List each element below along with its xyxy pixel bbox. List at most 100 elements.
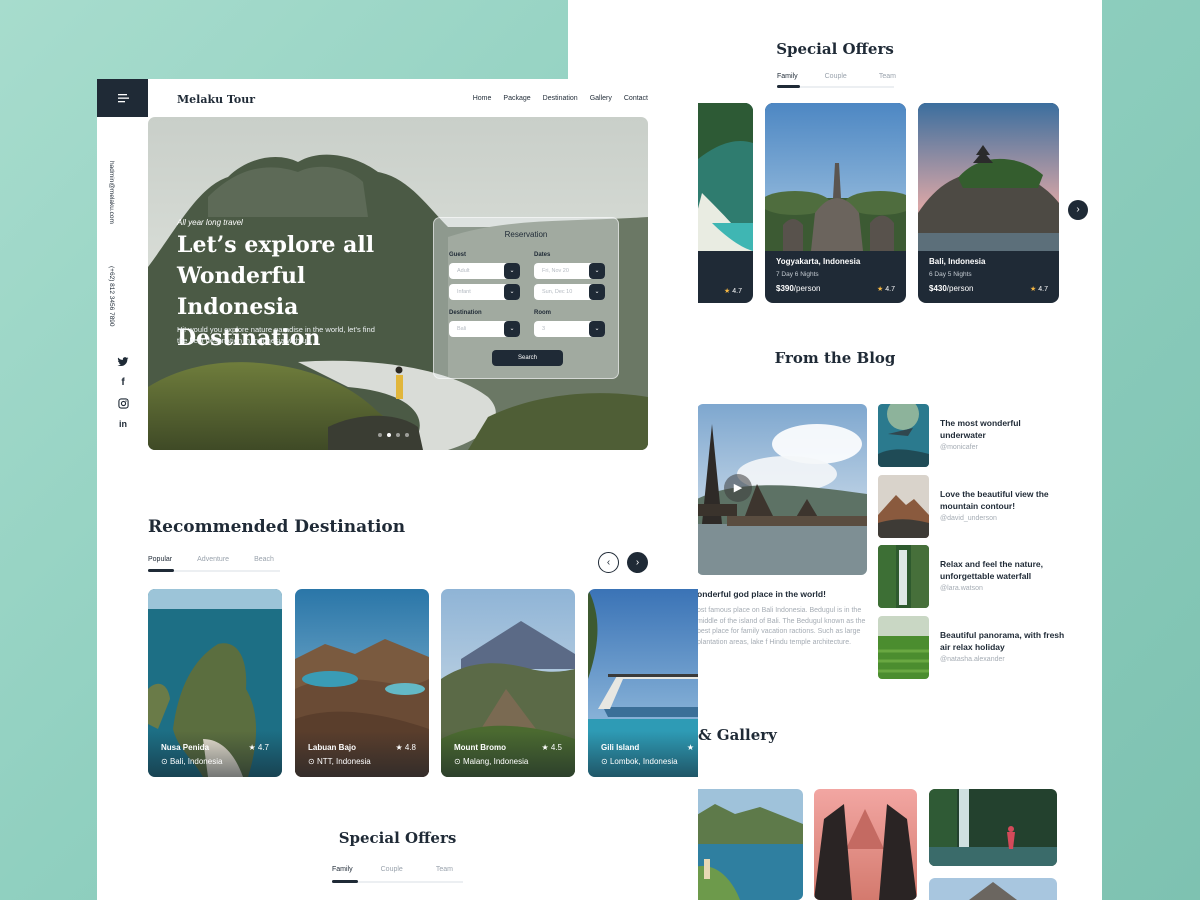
destination-card[interactable]: Labuan Bajo ★ 4.8 ⊙ NTT, Indonesia [295, 589, 429, 777]
nav-destination[interactable]: Destination [543, 95, 578, 102]
tab-family[interactable]: Family [777, 73, 798, 80]
destination-card[interactable]: Gili Island ★ ⊙ Lombok, Indonesia [588, 589, 698, 777]
dates-label: Dates [534, 252, 551, 258]
instagram-icon[interactable] [116, 398, 130, 412]
star-icon: ★ [541, 743, 549, 752]
location-pin-icon: ⊙ [161, 757, 168, 766]
dest-location: ⊙ Bali, Indonesia [161, 757, 223, 766]
dest-name: Mount Bromo [454, 743, 506, 752]
special-offers-title: Special Offers [338, 829, 457, 847]
destination-card[interactable]: Nusa Penida ★ 4.7 ⊙ Bali, Indonesia [148, 589, 282, 777]
dest-location: ⊙ NTT, Indonesia [308, 757, 371, 766]
tab-couple[interactable]: Couple [825, 73, 847, 80]
coast-image [690, 789, 803, 900]
tab-team[interactable]: Team [436, 866, 453, 873]
carousel-dot[interactable] [405, 433, 409, 437]
contact-email[interactable]: hadmin@melaku.com [108, 161, 115, 224]
blog-item-author: @natasha.alexander [940, 656, 1005, 663]
destination-select[interactable]: Bali ⌄ [449, 321, 520, 337]
offer-card[interactable]: Yogyakarta, Indonesia 7 Day 6 Nights $39… [765, 103, 906, 303]
destination-label: Destination [449, 310, 482, 316]
infant-select[interactable]: Infant ⌄ [449, 284, 520, 300]
dest-rating: ★ [687, 743, 694, 752]
temple-image [697, 404, 867, 575]
blog-thumb-mountain[interactable] [878, 475, 929, 538]
offer-name: Bali, Indonesia [929, 257, 986, 266]
offer-card[interactable]: Bali, Indonesia 6 Day 5 Nights $430/pers… [918, 103, 1059, 303]
gallery-image-gate[interactable] [814, 789, 917, 900]
menu-button[interactable] [97, 79, 148, 117]
gallery-image-coast[interactable] [690, 789, 803, 900]
nav-contact[interactable]: Contact [624, 95, 648, 102]
dest-name: Gili Island [601, 743, 640, 752]
adult-select[interactable]: Adult ⌄ [449, 263, 520, 279]
checkin-date-select[interactable]: Fri, Nov 20 ⌄ [534, 263, 605, 279]
front-page-panel: Melaku Tour Home Package Destination Gal… [97, 79, 698, 900]
main-nav: Home Package Destination Gallery Contact [473, 95, 648, 102]
carousel-dot[interactable] [378, 433, 382, 437]
guest-label: Guest [449, 252, 467, 258]
tab-couple[interactable]: Couple [381, 866, 403, 873]
dest-next-button[interactable]: › [627, 552, 648, 573]
tab-adventure[interactable]: Adventure [197, 556, 229, 563]
underwater-image [878, 404, 929, 467]
offers-next-button[interactable]: › [1068, 200, 1088, 220]
waterfall-image [878, 545, 929, 608]
nav-home[interactable]: Home [473, 95, 492, 102]
carousel-dot[interactable] [387, 433, 391, 437]
brand-logo[interactable]: Melaku Tour [177, 93, 255, 106]
gallery-image-waterfall[interactable] [929, 789, 1057, 866]
nav-package[interactable]: Package [503, 95, 530, 102]
hero-description: Hi! would you explore nature paradise in… [177, 325, 375, 345]
blog-item-title[interactable]: Love the beautiful view the mountain con… [940, 488, 1065, 512]
dest-rating: ★ 4.5 [541, 743, 562, 752]
dest-overlay [295, 731, 429, 777]
star-icon: ★ [686, 743, 694, 752]
tab-team[interactable]: Team [879, 73, 896, 80]
checkout-date-select[interactable]: Sun, Dec 10 ⌄ [534, 284, 605, 300]
temple-image [929, 878, 1057, 900]
contact-phone[interactable]: (+62) 812 3456 7890 [108, 266, 115, 327]
offer-rating: ★ 4.7 [1030, 286, 1048, 293]
tab-family[interactable]: Family [332, 866, 353, 873]
location-pin-icon: ⊙ [454, 757, 461, 766]
waterfall-pool-image [929, 789, 1057, 866]
blog-item-title[interactable]: The most wonderful underwater [940, 417, 1065, 441]
star-icon: ★ [877, 286, 884, 293]
tab-active-indicator [148, 569, 174, 572]
reservation-title: Reservation [504, 230, 548, 239]
offer-rating: ★ 4.7 [877, 286, 895, 293]
tab-beach[interactable]: Beach [254, 556, 274, 563]
facebook-icon[interactable]: f [116, 377, 130, 391]
blog-item-title[interactable]: Beautiful panorama, with fresh air relax… [940, 629, 1065, 653]
panorama-image [878, 616, 929, 679]
destination-card[interactable]: Mount Bromo ★ 4.5 ⊙ Malang, Indonesia [441, 589, 575, 777]
offer-image-tanah-lot [918, 103, 1059, 251]
blog-item-author: @david_underson [940, 515, 997, 522]
tab-popular[interactable]: Popular [148, 556, 172, 563]
gallery-image-temple[interactable] [929, 878, 1057, 900]
blog-main-title[interactable]: onderful god place in the world! [697, 589, 826, 599]
search-button[interactable]: Search [492, 350, 563, 366]
blog-item-title[interactable]: Relax and feel the nature, unforgettable… [940, 558, 1065, 582]
carousel-dot[interactable] [396, 433, 400, 437]
chevron-right-icon: › [1076, 204, 1080, 215]
room-select[interactable]: 3 ⌄ [534, 321, 605, 337]
linkedin-icon[interactable]: in [116, 419, 130, 433]
play-icon[interactable]: ▶ [724, 474, 752, 502]
nav-gallery[interactable]: Gallery [590, 95, 612, 102]
twitter-icon[interactable] [116, 356, 130, 370]
chevron-down-icon: ⌄ [504, 321, 520, 337]
star-icon: ★ [724, 288, 731, 295]
hero-banner: All year long travel Let’s explore all W… [148, 117, 648, 450]
blog-thumb-underwater[interactable] [878, 404, 929, 467]
dest-location: ⊙ Malang, Indonesia [454, 757, 529, 766]
mountain-image [878, 475, 929, 538]
tab-active-indicator [777, 85, 800, 88]
dest-prev-button[interactable]: ‹ [598, 552, 619, 573]
star-icon: ★ [1030, 286, 1037, 293]
blog-thumb-panorama[interactable] [878, 616, 929, 679]
blog-thumb-waterfall[interactable] [878, 545, 929, 608]
dest-overlay [441, 731, 575, 777]
blog-main-image[interactable]: ▶ [697, 404, 867, 575]
